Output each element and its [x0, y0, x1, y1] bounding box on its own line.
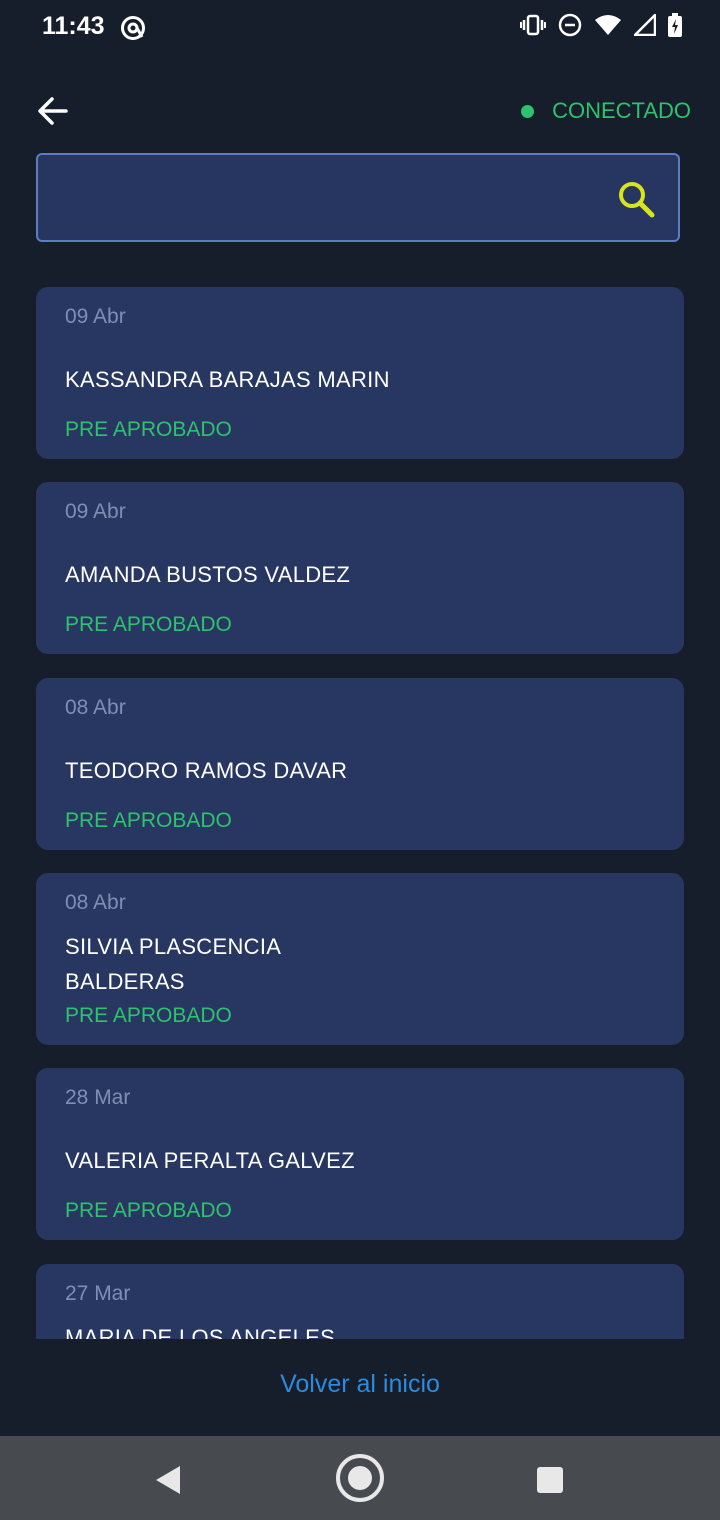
record-name: AMANDA BUSTOS VALDEZ [65, 562, 351, 587]
connection-label: CONECTADO [552, 98, 691, 123]
record-status: PRE APROBADO [65, 1199, 232, 1222]
status-time: 11:43 [42, 12, 105, 40]
list-item[interactable]: 09 Abr KASSANDRA BARAJAS MARIN PRE APROB… [36, 287, 684, 459]
nav-home-icon[interactable] [334, 1452, 386, 1504]
record-status: PRE APROBADO [65, 418, 232, 441]
record-name: MARIA DE LOS ANGELES [65, 1325, 336, 1339]
connection-status: CONECTADO [521, 98, 691, 124]
record-date: 09 Abr [65, 500, 126, 523]
header: CONECTADO [0, 80, 720, 142]
back-home-link[interactable]: Volver al inicio [0, 1370, 720, 1399]
status-dot [521, 104, 535, 118]
list-item[interactable]: 08 Abr SILVIA PLASCENCIA BALDERAS PRE AP… [36, 873, 684, 1045]
record-status: PRE APROBADO [65, 613, 232, 636]
list-item[interactable]: 09 Abr AMANDA BUSTOS VALDEZ PRE APROBADO [36, 482, 684, 654]
record-name: VALERIA PERALTA GALVEZ [65, 1148, 355, 1173]
record-date: 08 Abr [65, 696, 126, 719]
record-status: PRE APROBADO [65, 1004, 232, 1027]
nav-recents-icon[interactable] [526, 1456, 574, 1504]
record-status: PRE APROBADO [65, 809, 232, 832]
do-not-disturb-icon [558, 13, 582, 42]
vibrate-icon [520, 13, 546, 42]
navigation-bar [0, 1436, 720, 1520]
search-input[interactable] [56, 175, 620, 223]
back-arrow-icon[interactable] [34, 92, 72, 130]
search-icon[interactable] [616, 179, 656, 219]
list-item[interactable]: 28 Mar VALERIA PERALTA GALVEZ PRE APROBA… [36, 1068, 684, 1240]
search-box [36, 153, 680, 242]
records-list: 09 Abr KASSANDRA BARAJAS MARIN PRE APROB… [36, 287, 684, 1339]
record-date: 28 Mar [65, 1086, 131, 1109]
at-sign-icon [120, 15, 146, 46]
battery-charging-icon [668, 13, 682, 42]
list-item[interactable]: 08 Abr TEODORO RAMOS DAVAR PRE APROBADO [36, 678, 684, 850]
list-item[interactable]: 27 Mar MARIA DE LOS ANGELES [36, 1264, 684, 1339]
wifi-icon [594, 14, 622, 41]
signal-icon [631, 11, 657, 41]
record-date: 09 Abr [65, 305, 126, 328]
record-name: TEODORO RAMOS DAVAR [65, 758, 348, 783]
record-date: 08 Abr [65, 891, 126, 914]
nav-back-icon[interactable] [144, 1456, 192, 1504]
record-name: KASSANDRA BARAJAS MARIN [65, 367, 390, 392]
status-bar: 11:43 [0, 0, 720, 56]
record-name: SILVIA PLASCENCIA BALDERAS [65, 934, 281, 994]
record-date: 27 Mar [65, 1282, 131, 1305]
